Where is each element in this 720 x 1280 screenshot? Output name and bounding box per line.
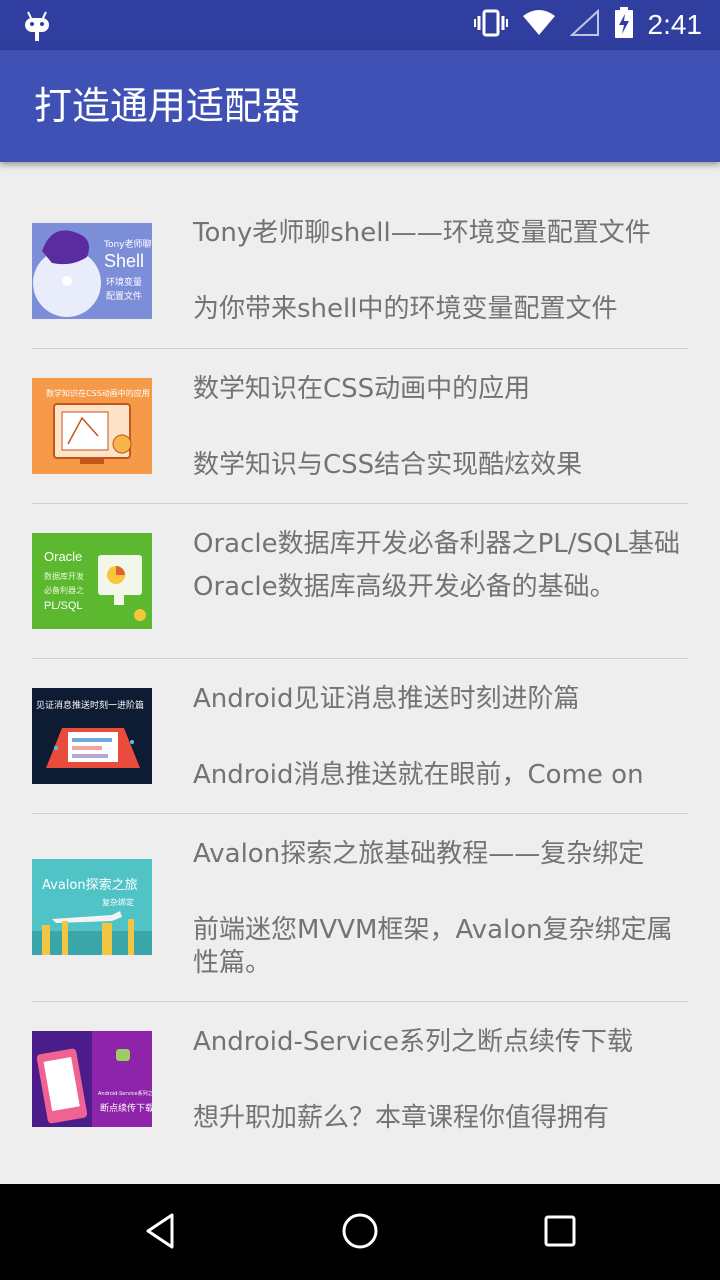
recents-icon (540, 1211, 580, 1255)
home-button[interactable] (325, 1198, 395, 1268)
course-thumbnail: Oracle 数据库开发 必备利器之 PL/SQL (32, 533, 152, 629)
course-title: Oracle数据库开发必备利器之PL/SQL基础 (193, 529, 680, 559)
svg-text:数据库开发: 数据库开发 (44, 571, 84, 581)
course-description: Android消息推送就在眼前，Come on (193, 760, 644, 790)
course-title: Tony老师聊shell——环境变量配置文件 (193, 218, 651, 248)
course-thumbnail: Avalon探索之旅 复杂绑定 (32, 859, 152, 955)
signal-icon (568, 8, 600, 41)
navigation-bar (0, 1184, 720, 1280)
course-description: 想升职加薪么？本章课程你值得拥有 (193, 1103, 610, 1133)
course-thumbnail: Android-Service系列之 断点续传下载 (32, 1031, 152, 1127)
svg-text:复杂绑定: 复杂绑定 (102, 897, 134, 907)
list-item[interactable]: 见证消息推送时刻一进阶篇 Android见证消息推送时刻进阶篇 Android消… (0, 659, 720, 814)
vibrate-icon (473, 9, 508, 41)
course-title: Avalon探索之旅基础教程——复杂绑定 (193, 839, 645, 869)
course-description: 前端迷您MVVM框架，Avalon复杂绑定属性篇。 (193, 915, 673, 978)
course-thumbnail: 数学知识在CSS动画中的应用 (32, 378, 152, 474)
svg-text:必备利器之: 必备利器之 (44, 585, 84, 595)
svg-text:配置文件: 配置文件 (106, 290, 142, 302)
course-description: 数学知识与CSS结合实现酷炫效果 (193, 450, 583, 480)
course-title: Android见证消息推送时刻进阶篇 (193, 684, 580, 714)
svg-text:见证消息推送时刻一进阶篇: 见证消息推送时刻一进阶篇 (36, 699, 144, 711)
status-bar: 2:41 (0, 0, 720, 50)
course-thumbnail: 见证消息推送时刻一进阶篇 (32, 688, 152, 784)
course-thumbnail: Tony老师聊 Shell 环境变量 配置文件 (32, 223, 152, 319)
list-item[interactable]: Android-Service系列之 断点续传下载 Android-Servic… (0, 1002, 720, 1162)
svg-text:Tony老师聊: Tony老师聊 (103, 238, 152, 250)
course-list: Tony老师聊 Shell 环境变量 配置文件 Tony老师聊shell——环境… (0, 193, 720, 1162)
app-title: 打造通用适配器 (34, 84, 301, 128)
svg-text:断点续传下载: 断点续传下载 (100, 1102, 152, 1114)
svg-text:数学知识在CSS动画中的应用: 数学知识在CSS动画中的应用 (46, 388, 150, 398)
list-item[interactable]: 数学知识在CSS动画中的应用 数学知识在CSS动画中的应用 数学知识与CSS结合… (0, 349, 720, 504)
android-icon (22, 8, 52, 42)
app-bar: 打造通用适配器 (0, 50, 720, 162)
svg-text:Shell: Shell (104, 251, 144, 271)
home-icon (340, 1211, 380, 1255)
wifi-icon (522, 10, 556, 40)
back-button[interactable] (125, 1198, 195, 1268)
list-item[interactable]: Tony老师聊 Shell 环境变量 配置文件 Tony老师聊shell——环境… (0, 193, 720, 349)
course-title: 数学知识在CSS动画中的应用 (193, 374, 531, 404)
course-description: Oracle数据库高级开发必备的基础。 (193, 572, 616, 602)
clock-time: 2:41 (647, 9, 703, 40)
svg-text:Android-Service系列之: Android-Service系列之 (98, 1090, 152, 1097)
svg-text:PL/SQL: PL/SQL (44, 600, 83, 612)
list-item[interactable]: Oracle 数据库开发 必备利器之 PL/SQL Oracle数据库开发必备利… (0, 504, 720, 659)
battery-charging-icon (614, 7, 634, 43)
course-title: Android-Service系列之断点续传下载 (193, 1027, 633, 1057)
course-description: 为你带来shell中的环境变量配置文件 (193, 294, 618, 324)
svg-text:环境变量: 环境变量 (106, 276, 142, 288)
recents-button[interactable] (525, 1198, 595, 1268)
svg-text:Oracle: Oracle (44, 549, 82, 564)
back-icon (140, 1211, 180, 1255)
svg-text:Avalon探索之旅: Avalon探索之旅 (42, 878, 138, 893)
list-item[interactable]: Avalon探索之旅 复杂绑定 Avalon探索之旅基础教程——复杂绑定 前端迷… (0, 814, 720, 1002)
